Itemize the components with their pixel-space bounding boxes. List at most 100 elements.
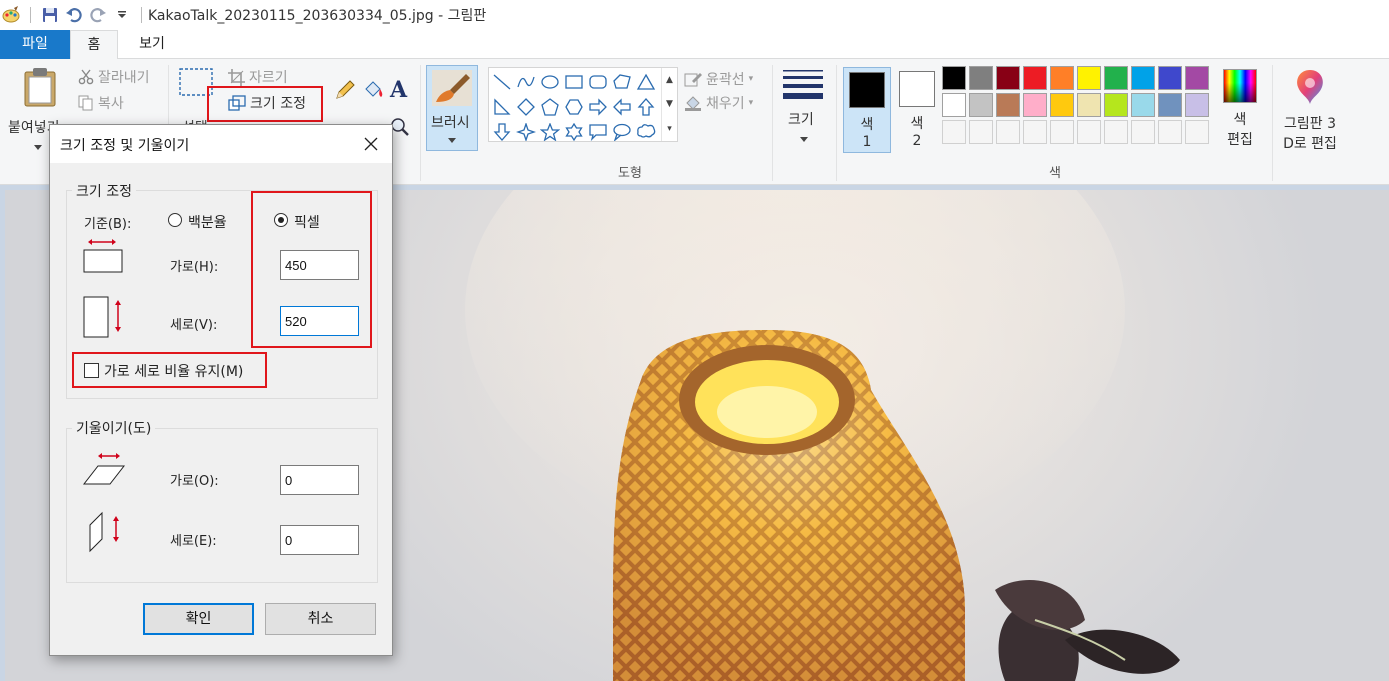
palette-swatch[interactable] xyxy=(969,120,993,144)
palette-swatch[interactable] xyxy=(1131,120,1155,144)
palette-swatch[interactable] xyxy=(1158,93,1182,117)
palette-swatch[interactable] xyxy=(1131,66,1155,90)
tab-view[interactable]: 보기 xyxy=(122,30,182,59)
palette-swatch[interactable] xyxy=(996,93,1020,117)
down-arrow-shape-icon[interactable] xyxy=(490,119,514,144)
edit-with-paint3d-button[interactable]: 그림판 3 D로 편집 xyxy=(1278,67,1342,153)
palette-swatch[interactable] xyxy=(1077,66,1101,90)
edit-colors-button[interactable]: 색 편집 xyxy=(1218,67,1262,153)
save-icon[interactable] xyxy=(41,6,59,24)
palette-swatch[interactable] xyxy=(1104,120,1128,144)
color2-number: 2 xyxy=(912,133,922,149)
palette-swatch[interactable] xyxy=(1023,120,1047,144)
pencil-tool[interactable] xyxy=(334,79,356,105)
palette-swatch[interactable] xyxy=(969,93,993,117)
palette-swatch[interactable] xyxy=(942,93,966,117)
four-point-star-shape-icon[interactable] xyxy=(514,119,538,144)
copy-button[interactable]: 복사 xyxy=(78,93,124,113)
redo-icon[interactable] xyxy=(89,6,107,24)
rectangle-shape-icon[interactable] xyxy=(562,69,586,94)
crop-icon xyxy=(228,68,245,86)
six-point-star-shape-icon[interactable] xyxy=(562,119,586,144)
palette-swatch[interactable] xyxy=(1023,66,1047,90)
outline-button[interactable]: 윤곽선 ▾ xyxy=(684,69,753,89)
resize-highlight-box xyxy=(207,86,323,122)
brush-button[interactable]: 브러시 xyxy=(426,65,478,151)
palette-swatch[interactable] xyxy=(1185,66,1209,90)
right-arrow-shape-icon[interactable] xyxy=(586,94,610,119)
palette-swatch[interactable] xyxy=(1077,93,1101,117)
shapes-scrollbar[interactable]: ▲ ▼ ▾ xyxy=(661,68,677,141)
rounded-rectangle-shape-icon[interactable] xyxy=(586,69,610,94)
polygon-shape-icon[interactable] xyxy=(610,69,634,94)
percent-radio[interactable] xyxy=(168,213,182,227)
up-arrow-shape-icon[interactable] xyxy=(634,94,658,119)
cut-button[interactable]: 잘라내기 xyxy=(78,67,150,87)
palette-swatch[interactable] xyxy=(969,66,993,90)
outline-label: 윤곽선 xyxy=(706,72,745,88)
five-point-star-shape-icon[interactable] xyxy=(538,119,562,144)
customize-quick-access-icon[interactable] xyxy=(113,6,131,24)
palette-swatch[interactable] xyxy=(1131,93,1155,117)
diamond-shape-icon[interactable] xyxy=(514,94,538,119)
paint-app-icon[interactable] xyxy=(2,6,20,24)
tab-home[interactable]: 홈 xyxy=(70,30,118,60)
palette-swatch[interactable] xyxy=(1023,93,1047,117)
chevron-down-icon xyxy=(800,137,808,142)
palette-swatch[interactable] xyxy=(942,66,966,90)
skew-horizontal-label: 가로(O): xyxy=(170,474,219,489)
triangle-shape-icon[interactable] xyxy=(634,69,658,94)
palette-swatch[interactable] xyxy=(996,66,1020,90)
close-button[interactable] xyxy=(358,131,384,157)
resize-skew-dialog: 크기 조정 및 기울이기 크기 조정 기준(B): 백분율 픽셀 가로(H): … xyxy=(49,124,393,656)
fill-tool[interactable] xyxy=(362,79,384,105)
chevron-down-icon xyxy=(34,145,42,150)
size-button[interactable]: 크기 xyxy=(782,69,828,153)
line-shape-icon[interactable] xyxy=(490,69,514,94)
shape-fill-label: 채우기 xyxy=(706,96,745,112)
oval-shape-icon[interactable] xyxy=(538,69,562,94)
skew-vertical-input[interactable] xyxy=(280,525,359,555)
palette-swatch[interactable] xyxy=(1104,93,1128,117)
color2-button[interactable]: 색 2 xyxy=(893,67,941,153)
ok-button[interactable]: 확인 xyxy=(143,603,254,635)
left-arrow-shape-icon[interactable] xyxy=(610,94,634,119)
crop-button[interactable]: 자르기 xyxy=(228,67,288,87)
chevron-down-icon xyxy=(448,138,456,143)
curve-shape-icon[interactable] xyxy=(514,69,538,94)
palette-swatch[interactable] xyxy=(1104,66,1128,90)
color-palette xyxy=(942,66,1212,147)
scroll-up-icon[interactable]: ▲ xyxy=(666,75,673,85)
cancel-button[interactable]: 취소 xyxy=(265,603,376,635)
palette-swatch[interactable] xyxy=(1077,120,1101,144)
more-shapes-icon[interactable]: ▾ xyxy=(667,124,672,134)
palette-swatch[interactable] xyxy=(1185,93,1209,117)
crop-label: 자르기 xyxy=(249,70,288,86)
right-triangle-shape-icon[interactable] xyxy=(490,94,514,119)
palette-swatch[interactable] xyxy=(1050,93,1074,117)
pentagon-shape-icon[interactable] xyxy=(538,94,562,119)
palette-swatch[interactable] xyxy=(942,120,966,144)
tab-file[interactable]: 파일 xyxy=(0,30,70,59)
skew-horizontal-input[interactable] xyxy=(280,465,359,495)
cloud-callout-shape-icon[interactable] xyxy=(634,119,658,144)
text-tool[interactable]: A xyxy=(390,77,407,103)
scroll-down-icon[interactable]: ▼ xyxy=(666,99,673,109)
paint3d-icon xyxy=(1297,70,1323,104)
separator xyxy=(30,7,31,23)
percent-radio-label[interactable]: 백분율 xyxy=(188,212,227,232)
hexagon-shape-icon[interactable] xyxy=(562,94,586,119)
undo-icon[interactable] xyxy=(65,6,83,24)
color1-button[interactable]: 색 1 xyxy=(843,67,891,153)
palette-swatch[interactable] xyxy=(1158,120,1182,144)
palette-swatch[interactable] xyxy=(1050,66,1074,90)
palette-swatch[interactable] xyxy=(1185,120,1209,144)
rect-callout-shape-icon[interactable] xyxy=(586,119,610,144)
palette-swatch[interactable] xyxy=(1050,120,1074,144)
palette-swatch[interactable] xyxy=(1158,66,1182,90)
oval-callout-shape-icon[interactable] xyxy=(610,119,634,144)
magnifier-tool[interactable] xyxy=(390,117,410,141)
size-label: 크기 xyxy=(788,112,814,128)
palette-swatch[interactable] xyxy=(996,120,1020,144)
shape-fill-button[interactable]: 채우기 ▾ xyxy=(684,93,753,113)
